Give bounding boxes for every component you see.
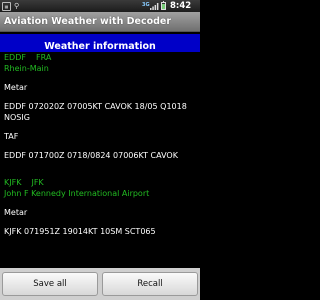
taf-report: EDDF 071700Z 0718/0824 07006KT CAVOK bbox=[4, 151, 178, 160]
station-codes: EDDF FRA bbox=[4, 52, 200, 63]
metar-label: Metar bbox=[4, 208, 28, 217]
station-name: John F Kennedy International Airport bbox=[4, 189, 150, 198]
usb-icon: ⚲ bbox=[14, 2, 20, 10]
bottom-button-bar: Save all Recall bbox=[0, 268, 200, 300]
station-icao: EDDF bbox=[4, 53, 26, 62]
signal-strength-icon bbox=[150, 3, 159, 10]
station-block-eddf[interactable]: EDDF FRA Rhein-Main Metar EDDF 072020Z 07… bbox=[0, 52, 200, 161]
weather-info-title: Weather information bbox=[44, 41, 156, 52]
station-iata: JFK bbox=[31, 178, 44, 187]
metar-report: KJFK 071951Z 19014KT 10SM SCT065 bbox=[4, 227, 156, 236]
status-time: 8:42 PM bbox=[170, 1, 192, 23]
metar-label: Metar bbox=[4, 83, 28, 92]
metar-report: EDDF 072020Z 07005KT CAVOK 18/05 Q1018 N… bbox=[4, 102, 190, 122]
network-notification-icon: ▦ bbox=[2, 2, 11, 11]
weather-report-list[interactable]: EDDF FRA Rhein-Main Metar EDDF 072020Z 07… bbox=[0, 52, 200, 268]
station-name: Rhein-Main bbox=[4, 64, 49, 73]
recall-button[interactable]: Recall bbox=[102, 272, 198, 296]
station-iata: FRA bbox=[35, 53, 52, 62]
station-icao: KJFK bbox=[4, 178, 22, 187]
taf-label: TAF bbox=[4, 132, 19, 141]
save-all-button[interactable]: Save all bbox=[2, 272, 98, 296]
station-block-kjfk[interactable]: KJFK JFK John F Kennedy International Air… bbox=[0, 177, 200, 237]
weather-info-header: Weather information bbox=[0, 34, 200, 52]
network-type-indicator: 3G bbox=[142, 2, 150, 8]
station-codes: KJFK JFK bbox=[4, 177, 200, 188]
app-title: Aviation Weather with Decoder bbox=[4, 16, 172, 27]
status-bar: ▦ ⚲ 3G 8:42 PM bbox=[0, 0, 200, 23]
battery-icon bbox=[161, 1, 166, 10]
app-title-bar: Aviation Weather with Decoder bbox=[0, 12, 200, 32]
